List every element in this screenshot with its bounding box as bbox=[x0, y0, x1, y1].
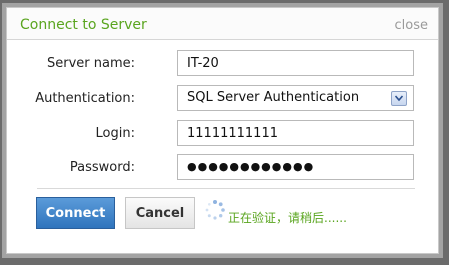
loading-spinner-icon bbox=[205, 200, 225, 220]
divider bbox=[37, 188, 415, 189]
server-name-input[interactable] bbox=[177, 50, 414, 76]
connect-dialog: Connect to Server close Server name: Aut… bbox=[6, 7, 439, 254]
password-row: Password: ●●●●●●●●●●●● bbox=[7, 154, 438, 182]
server-name-row: Server name: bbox=[7, 50, 438, 78]
cancel-button[interactable]: Cancel bbox=[125, 197, 195, 229]
login-row: Login: bbox=[7, 120, 438, 148]
dialog-title: Connect to Server bbox=[20, 17, 147, 33]
password-input[interactable]: ●●●●●●●●●●●● bbox=[177, 154, 414, 180]
authentication-selected-value: SQL Server Authentication bbox=[187, 90, 360, 105]
authentication-select[interactable]: SQL Server Authentication bbox=[177, 85, 414, 111]
chevron-down-icon[interactable] bbox=[391, 91, 407, 106]
dialog-titlebar: Connect to Server close bbox=[7, 8, 438, 40]
status-message: 正在验证，请稍后...... bbox=[228, 211, 347, 225]
close-button[interactable]: close bbox=[395, 18, 428, 33]
login-input[interactable] bbox=[177, 120, 414, 146]
password-label: Password: bbox=[69, 160, 135, 175]
server-name-label: Server name: bbox=[46, 56, 135, 71]
authentication-row: Authentication: SQL Server Authenticatio… bbox=[7, 85, 438, 113]
connect-button[interactable]: Connect bbox=[36, 197, 115, 229]
authentication-label: Authentication: bbox=[35, 91, 135, 106]
login-label: Login: bbox=[95, 126, 135, 141]
